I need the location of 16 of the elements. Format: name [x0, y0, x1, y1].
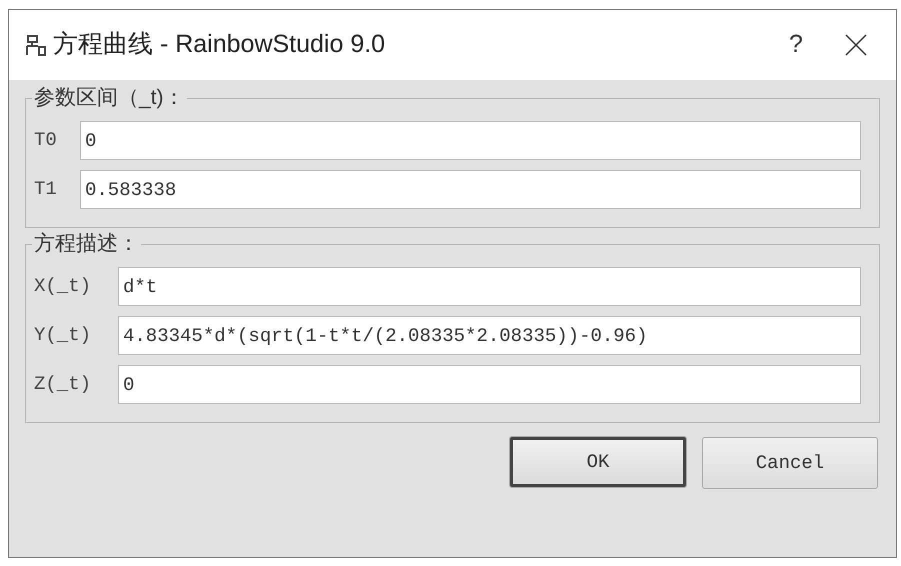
group-title: 参数区间（_t)： — [32, 85, 187, 111]
field-label: T0 — [34, 128, 58, 154]
input-field[interactable]: 0 — [80, 121, 861, 160]
input-field[interactable]: 0 — [118, 365, 861, 404]
window-title: 方程曲线 - RainbowStudio 9.0 — [53, 29, 386, 60]
cancel-button[interactable]: Cancel — [702, 437, 878, 489]
input-field[interactable]: d*t — [118, 267, 861, 306]
input-field[interactable]: 0.583338 — [80, 170, 861, 209]
field-label: Y(_t) — [34, 323, 92, 348]
field-label: Z(_t) — [34, 372, 92, 398]
field-label: T1 — [34, 177, 58, 202]
input-field[interactable]: 4.83345*d*(sqrt(1-t*t/(2.08335*2.08335))-0.96) — [118, 316, 861, 355]
field-label: X(_t) — [34, 274, 92, 300]
network-icon — [25, 34, 47, 56]
ok-button[interactable]: OK — [510, 437, 686, 487]
help-button[interactable]: ? — [766, 26, 826, 64]
